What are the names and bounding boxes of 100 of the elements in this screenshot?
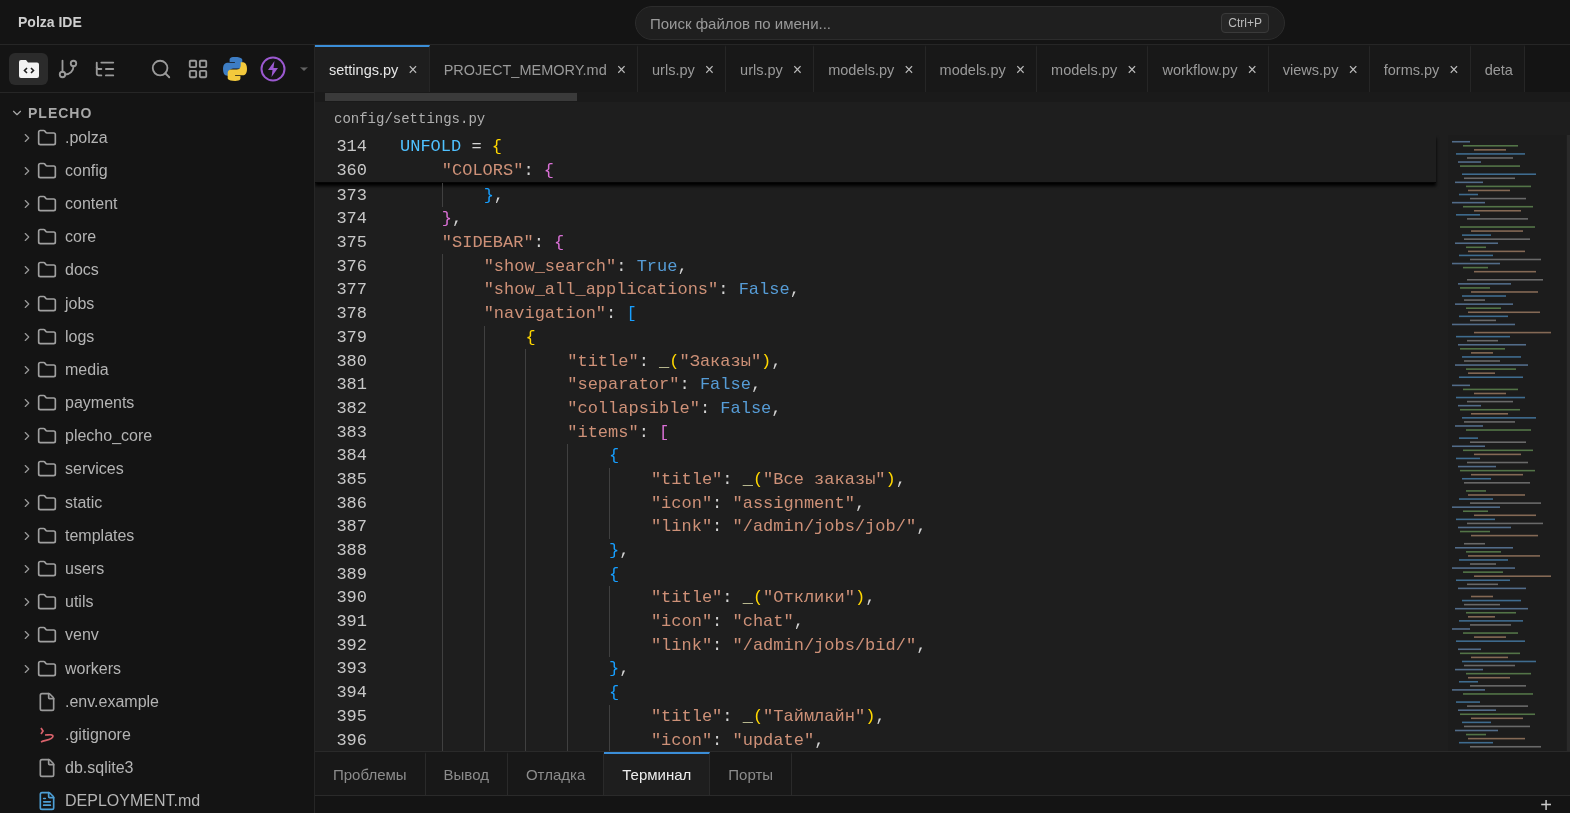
folder-icon (37, 592, 57, 613)
folder-icon (37, 525, 57, 546)
line-number: 392 (335, 635, 367, 655)
file-icon (37, 758, 57, 779)
folder-name[interactable]: config (65, 161, 108, 180)
code-line: "COLORS": { (440, 160, 555, 183)
folder-name[interactable]: utils (65, 593, 94, 612)
grid-icon (186, 57, 209, 80)
folder-name[interactable]: .polza (65, 128, 108, 147)
file-name[interactable]: .gitignore (65, 725, 131, 744)
folder-code-icon (17, 58, 40, 79)
close-icon[interactable]: × (904, 60, 914, 79)
close-icon[interactable]: × (1449, 60, 1459, 79)
code-line: "link": "/admin/jobs/bid/", (400, 633, 927, 658)
folder-icon (37, 227, 57, 248)
branch-icon (56, 57, 79, 80)
folder-name[interactable]: jobs (65, 294, 95, 313)
folder-icon (37, 492, 57, 513)
line-number: 377 (335, 280, 367, 300)
editor-tab[interactable]: models.py × (925, 45, 1038, 92)
close-icon[interactable]: × (1247, 60, 1257, 79)
folder-name[interactable]: workers (65, 659, 121, 678)
shortcut-hint: Ctrl+P (1221, 13, 1269, 33)
line-number: 386 (335, 493, 367, 513)
close-icon[interactable]: × (616, 60, 627, 79)
editor-tab[interactable]: urls.py × (726, 45, 815, 92)
folder-name[interactable]: docs (65, 261, 99, 280)
search-icon (149, 57, 172, 80)
folder-icon (37, 426, 57, 447)
close-icon[interactable]: × (408, 60, 418, 79)
code-line: "items": [ (400, 420, 670, 444)
code-line: }, (400, 183, 505, 208)
add-button[interactable]: + (1540, 797, 1552, 813)
editor-tab[interactable]: views.py × (1268, 45, 1370, 92)
folder-name[interactable]: services (65, 460, 124, 479)
editor-tab[interactable]: models.py × (1037, 45, 1149, 92)
line-number: 395 (335, 706, 367, 726)
file-name[interactable]: .env.example (65, 692, 159, 711)
folder-icon (37, 459, 57, 480)
code-line: "title": _("Отклики"), (400, 586, 876, 610)
folder-icon (37, 293, 57, 314)
code-line: }, (440, 208, 463, 231)
folder-name[interactable]: static (65, 493, 103, 512)
editor-tab[interactable]: settings.py × (315, 45, 430, 92)
line-number: 394 (335, 683, 367, 703)
folder-name[interactable]: core (65, 228, 97, 247)
line-number: 314 (335, 137, 367, 157)
line-number: 393 (335, 659, 367, 679)
code-line: { (400, 325, 536, 350)
code-line: "link": "/admin/jobs/job/", (400, 515, 927, 539)
code-line: "separator": False, (400, 372, 762, 397)
app-title: Polza IDE (18, 14, 82, 30)
line-number: 360 (335, 161, 367, 181)
close-icon[interactable]: × (1348, 60, 1358, 79)
line-number: 390 (335, 588, 367, 608)
folder-name[interactable]: templates (65, 526, 135, 545)
project-name[interactable]: PLECHO (28, 105, 93, 121)
activity-button[interactable] (9, 52, 49, 85)
close-icon[interactable]: × (1015, 60, 1026, 79)
editor-tab[interactable]: PROJECT_MEMORY.md × (429, 45, 639, 92)
line-number: 382 (335, 398, 367, 418)
close-icon[interactable]: × (1127, 60, 1137, 79)
editor-tab[interactable]: forms.py × (1369, 45, 1471, 92)
folder-icon (37, 326, 57, 347)
folder-icon (37, 393, 57, 414)
line-number: 387 (335, 517, 367, 537)
folder-name[interactable]: users (65, 560, 105, 579)
close-icon[interactable]: × (792, 60, 803, 79)
file-icon (37, 691, 57, 712)
folder-name[interactable]: plecho_core (65, 427, 153, 446)
code-line: "SIDEBAR": { (440, 232, 565, 255)
line-number: 378 (335, 304, 367, 324)
folder-name[interactable]: content (65, 194, 118, 213)
code-line: { (400, 680, 620, 705)
editor-tab[interactable]: workflow.py × (1148, 45, 1269, 92)
folder-name[interactable]: venv (65, 626, 99, 645)
code-line: "icon": "assignment", (400, 491, 866, 515)
editor-tab[interactable]: deta (1470, 45, 1525, 92)
code-line: }, (400, 538, 630, 563)
folder-icon (37, 359, 57, 380)
folder-icon (37, 260, 57, 281)
line-number: 389 (335, 564, 367, 584)
code-line: "show_all_applications": False, (400, 278, 800, 302)
code-line: { (400, 443, 620, 468)
folder-icon (37, 625, 57, 646)
folder-name[interactable]: media (65, 360, 109, 379)
file-name[interactable]: DEPLOYMENT.md (65, 792, 201, 811)
line-number: 380 (335, 351, 367, 371)
line-number: 383 (335, 422, 367, 442)
code-line: "title": _("Все заказы"), (400, 467, 906, 492)
line-number: 373 (335, 185, 367, 205)
close-icon[interactable]: × (704, 60, 715, 79)
folder-name[interactable]: payments (65, 394, 135, 413)
line-number: 374 (335, 209, 367, 229)
line-number: 385 (335, 469, 367, 489)
editor-tab[interactable]: urls.py × (638, 45, 727, 92)
editor-tab[interactable]: models.py × (814, 45, 926, 92)
folder-name[interactable]: logs (65, 327, 95, 346)
panel-tab[interactable]: Терминал (604, 752, 711, 795)
file-name[interactable]: db.sqlite3 (65, 759, 134, 778)
